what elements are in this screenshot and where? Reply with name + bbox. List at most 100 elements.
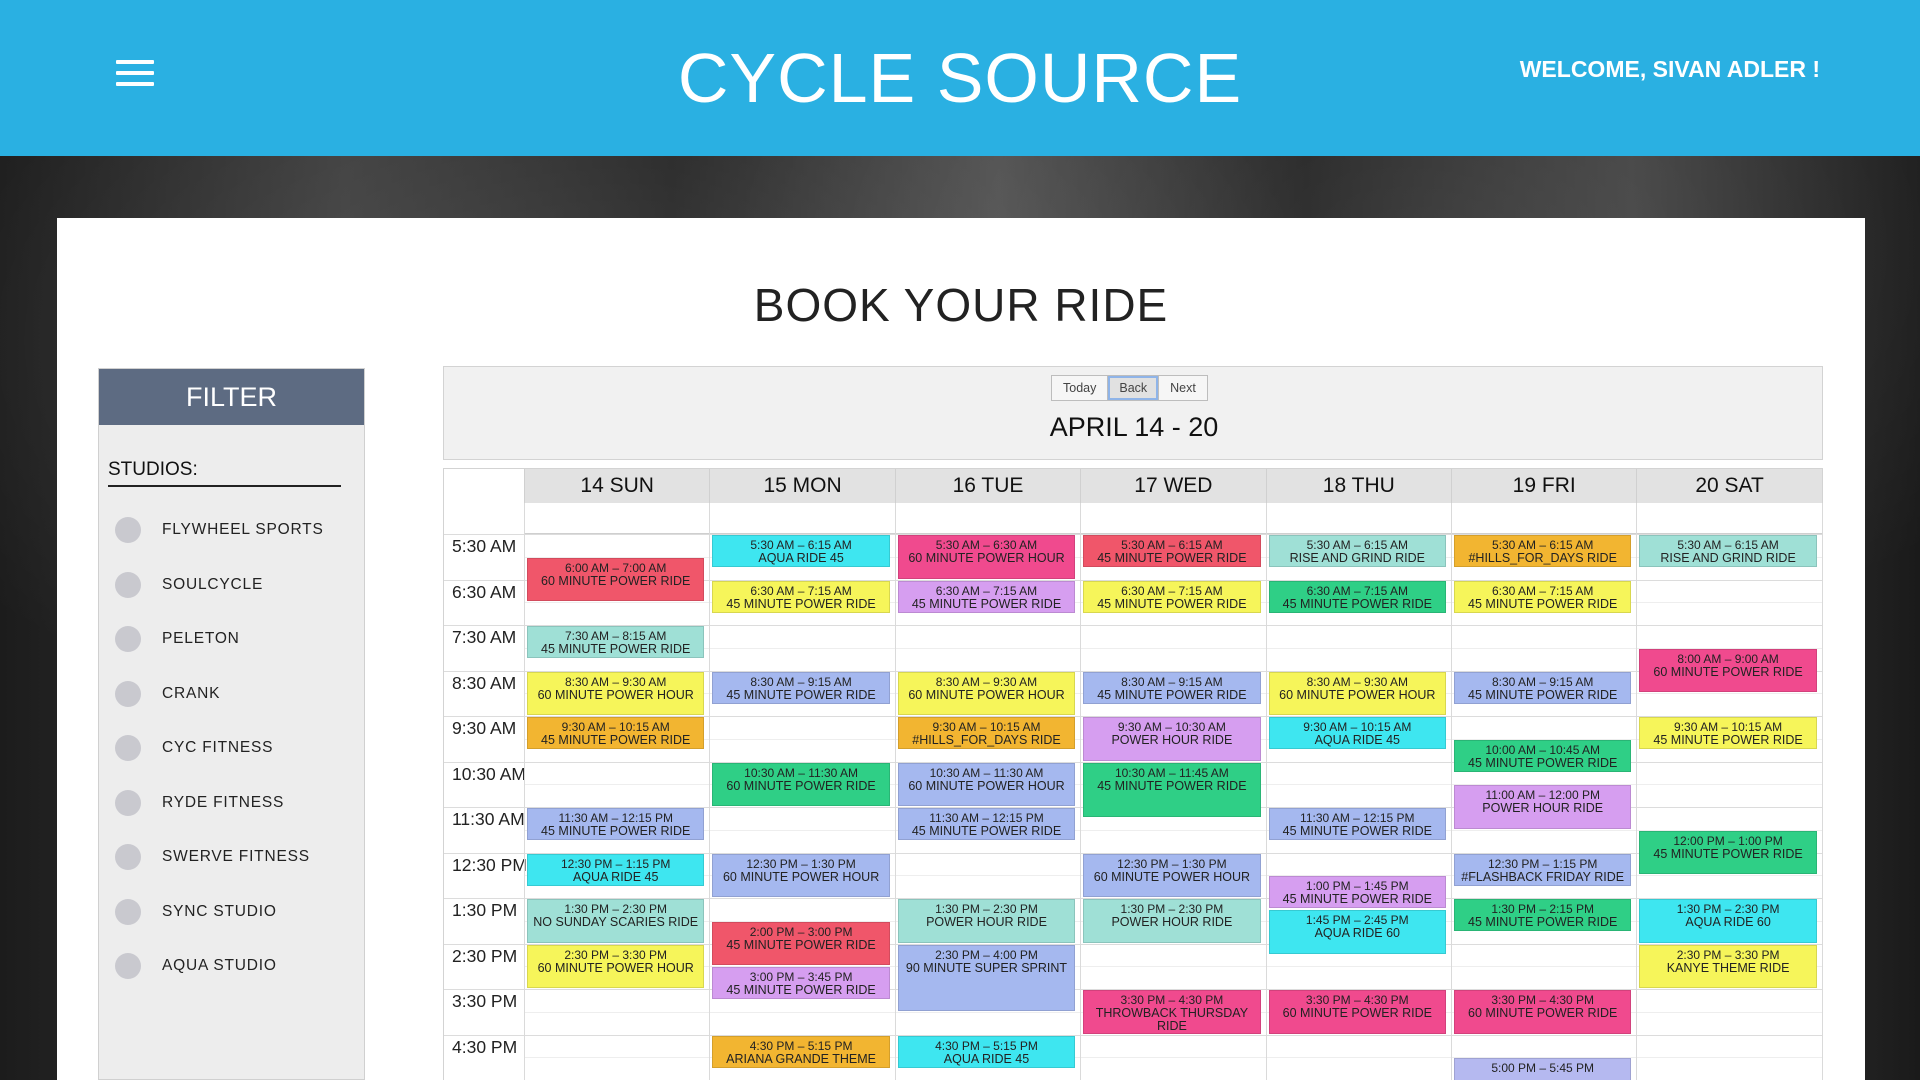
class-event[interactable]: 2:30 PM – 3:30 PM KANYE THEME RIDE <box>1639 944 1817 988</box>
class-event[interactable]: 9:30 AM – 10:15 AM 45 MINUTE POWER RIDE <box>527 717 705 750</box>
studio-option[interactable]: RYDE FITNESS <box>99 776 364 831</box>
back-button[interactable]: Back <box>1107 375 1160 401</box>
event-name: POWER HOUR RIDE <box>1111 915 1233 929</box>
class-event[interactable]: 4:30 PM – 5:15 PM AQUA RIDE 45 <box>897 1035 1076 1068</box>
studio-option[interactable]: AQUA STUDIO <box>99 939 364 994</box>
class-event[interactable]: 7:30 AM – 8:15 AM 45 MINUTE POWER RIDE <box>527 626 705 659</box>
radio-icon[interactable] <box>115 898 141 925</box>
studio-option[interactable]: SOULCYCLE <box>99 558 364 613</box>
class-event[interactable]: 6:30 AM – 7:15 AM 45 MINUTE POWER RIDE <box>1268 580 1446 613</box>
all-day-cell[interactable] <box>1080 503 1266 534</box>
studio-option[interactable]: SYNC STUDIO <box>99 885 364 940</box>
class-event[interactable]: 6:30 AM – 7:15 AM 45 MINUTE POWER RIDE <box>1083 580 1261 613</box>
day-column-divider <box>1080 503 1082 1080</box>
all-day-cell[interactable] <box>524 503 710 534</box>
radio-icon[interactable] <box>115 789 141 816</box>
class-event[interactable]: 1:00 PM – 1:45 PM 45 MINUTE POWER RIDE <box>1268 876 1446 909</box>
class-event[interactable]: 6:00 AM – 7:00 AM 60 MINUTE POWER RIDE <box>527 557 705 602</box>
class-event[interactable]: 5:00 PM – 5:45 PM <box>1454 1058 1632 1080</box>
event-time: 6:30 AM – 7:15 AM <box>1306 583 1408 598</box>
event-name: 60 MINUTE POWER RIDE <box>726 778 876 793</box>
class-event[interactable]: 3:00 PM – 3:45 PM 45 MINUTE POWER RIDE <box>712 967 890 1000</box>
class-event[interactable]: 8:30 AM – 9:15 AM 45 MINUTE POWER RIDE <box>1454 671 1632 704</box>
all-day-cell[interactable] <box>1636 503 1822 534</box>
class-event[interactable]: 11:30 AM – 12:15 PM 45 MINUTE POWER RIDE <box>527 808 705 841</box>
booking-card: BOOK YOUR RIDE FILTER STUDIOS: FLYWHEEL … <box>57 218 1865 1080</box>
class-event[interactable]: 9:30 AM – 10:15 AM 45 MINUTE POWER RIDE <box>1639 717 1817 750</box>
event-name: 45 MINUTE POWER RIDE <box>1097 596 1247 611</box>
class-event[interactable]: 9:30 AM – 10:15 AM #HILLS_FOR_DAYS RIDE <box>897 717 1076 750</box>
class-event[interactable]: 6:30 AM – 7:15 AM 45 MINUTE POWER RIDE <box>1454 580 1632 613</box>
class-event[interactable]: 8:30 AM – 9:30 AM 60 MINUTE POWER HOUR <box>897 671 1076 715</box>
class-event[interactable]: 8:00 AM – 9:00 AM 60 MINUTE POWER RIDE <box>1639 648 1817 693</box>
class-event[interactable]: 5:30 AM – 6:15 AM RISE AND GRIND RIDE <box>1268 535 1446 568</box>
class-event[interactable]: 11:30 AM – 12:15 PM 45 MINUTE POWER RIDE <box>1268 808 1446 841</box>
radio-icon[interactable] <box>115 517 141 544</box>
class-event[interactable]: 10:30 AM – 11:30 AM 60 MINUTE POWER RIDE <box>712 762 890 806</box>
radio-icon[interactable] <box>115 844 141 871</box>
class-event[interactable]: 10:30 AM – 11:45 AM 45 MINUTE POWER RIDE <box>1083 762 1261 818</box>
studio-option[interactable]: SWERVE FITNESS <box>99 830 364 885</box>
class-event[interactable]: 6:30 AM – 7:15 AM 45 MINUTE POWER RIDE <box>897 580 1076 613</box>
class-event[interactable]: 8:30 AM – 9:15 AM 45 MINUTE POWER RIDE <box>1083 671 1261 704</box>
studio-option[interactable]: CYC FITNESS <box>99 721 364 776</box>
radio-icon[interactable] <box>115 680 141 707</box>
class-event[interactable]: 6:30 AM – 7:15 AM 45 MINUTE POWER RIDE <box>712 580 890 613</box>
class-event[interactable]: 11:30 AM – 12:15 PM 45 MINUTE POWER RIDE <box>897 808 1076 841</box>
class-event[interactable]: 1:30 PM – 2:30 PM POWER HOUR RIDE <box>1083 899 1261 943</box>
all-day-cell[interactable] <box>894 503 1081 534</box>
studio-option[interactable]: PELETON <box>99 612 364 667</box>
radio-icon[interactable] <box>115 626 141 653</box>
event-time: 2:30 PM – 3:30 PM <box>564 947 668 962</box>
all-day-cell[interactable] <box>709 503 895 534</box>
class-event[interactable]: 5:30 AM – 6:15 AM AQUA RIDE 45 <box>712 535 890 568</box>
class-event[interactable]: 12:30 PM – 1:30 PM 60 MINUTE POWER HOUR <box>1083 853 1261 897</box>
next-button[interactable]: Next <box>1158 375 1208 401</box>
class-event[interactable]: 5:30 AM – 6:30 AM 60 MINUTE POWER HOUR <box>897 535 1076 579</box>
class-event[interactable]: 9:30 AM – 10:15 AM AQUA RIDE 45 <box>1268 717 1446 750</box>
class-event[interactable]: 2:00 PM – 3:00 PM 45 MINUTE POWER RIDE <box>712 921 890 966</box>
class-event[interactable]: 3:30 PM – 4:30 PM THROWBACK THURSDAY RIDE <box>1083 990 1261 1034</box>
class-event[interactable]: 12:00 PM – 1:00 PM 45 MINUTE POWER RIDE <box>1639 830 1817 875</box>
class-event[interactable]: 3:30 PM – 4:30 PM 60 MINUTE POWER RIDE <box>1454 990 1632 1034</box>
class-event[interactable]: 5:30 AM – 6:15 AM 45 MINUTE POWER RIDE <box>1083 535 1261 568</box>
event-name: 45 MINUTE POWER RIDE <box>1468 596 1618 611</box>
radio-icon[interactable] <box>115 571 141 598</box>
today-button[interactable]: Today <box>1051 375 1109 401</box>
all-day-cell[interactable] <box>1451 503 1637 534</box>
class-event[interactable]: 5:30 AM – 6:15 AM RISE AND GRIND RIDE <box>1639 535 1817 568</box>
event-name: POWER HOUR RIDE <box>1111 733 1233 747</box>
class-event[interactable]: 1:30 PM – 2:30 PM AQUA RIDE 60 <box>1639 899 1817 943</box>
class-event[interactable]: 4:30 PM – 5:15 PM ARIANA GRANDE THEME <box>712 1035 890 1068</box>
class-event[interactable]: 2:30 PM – 3:30 PM 60 MINUTE POWER HOUR <box>527 944 705 988</box>
all-day-cell[interactable] <box>1265 503 1451 534</box>
studio-option[interactable]: CRANK <box>99 667 364 722</box>
studio-option[interactable]: FLYWHEEL SPORTS <box>99 503 364 558</box>
class-event[interactable]: 8:30 AM – 9:30 AM 60 MINUTE POWER HOUR <box>1268 671 1446 715</box>
day-header: 17 WED <box>1080 469 1266 503</box>
class-event[interactable]: 1:30 PM – 2:30 PM POWER HOUR RIDE <box>897 899 1076 943</box>
radio-icon[interactable] <box>115 953 141 980</box>
event-name: 45 MINUTE POWER RIDE <box>911 596 1062 611</box>
page-title: BOOK YOUR RIDE <box>753 279 1169 331</box>
class-event[interactable]: 1:30 PM – 2:15 PM 45 MINUTE POWER RIDE <box>1454 899 1632 932</box>
radio-icon[interactable] <box>115 735 141 762</box>
class-event[interactable]: 1:45 PM – 2:45 PM AQUA RIDE 60 <box>1268 910 1446 954</box>
class-event[interactable]: 9:30 AM – 10:30 AM POWER HOUR RIDE <box>1083 717 1261 761</box>
class-event[interactable]: 3:30 PM – 4:30 PM 60 MINUTE POWER RIDE <box>1268 990 1446 1034</box>
class-event[interactable]: 12:30 PM – 1:15 PM AQUA RIDE 45 <box>527 853 705 886</box>
day-column-divider <box>1636 503 1638 1080</box>
class-event[interactable]: 10:00 AM – 10:45 AM 45 MINUTE POWER RIDE <box>1454 739 1632 772</box>
top-bar: CYCLE SOURCE WELCOME, SIVAN ADLER ! <box>0 0 1920 156</box>
class-event[interactable]: 12:30 PM – 1:15 PM #FLASHBACK FRIDAY RIDE <box>1454 853 1632 886</box>
class-event[interactable]: 1:30 PM – 2:30 PM NO SUNDAY SCARIES RIDE <box>527 899 705 943</box>
class-event[interactable]: 10:30 AM – 11:30 AM 60 MINUTE POWER HOUR <box>897 762 1076 806</box>
class-event[interactable]: 8:30 AM – 9:15 AM 45 MINUTE POWER RIDE <box>712 671 890 704</box>
class-event[interactable]: 2:30 PM – 4:00 PM 90 MINUTE SUPER SPRINT <box>897 944 1076 1011</box>
class-event[interactable]: 12:30 PM – 1:30 PM 60 MINUTE POWER HOUR <box>712 853 890 897</box>
class-event[interactable]: 5:30 AM – 6:15 AM #HILLS_FOR_DAYS RIDE <box>1454 535 1632 568</box>
class-event[interactable]: 8:30 AM – 9:30 AM 60 MINUTE POWER HOUR <box>527 671 705 715</box>
class-event[interactable]: 11:00 AM – 12:00 PM POWER HOUR RIDE <box>1454 785 1632 829</box>
event-name: AQUA RIDE 45 <box>943 1051 1030 1066</box>
studio-name: CRANK <box>162 684 221 702</box>
